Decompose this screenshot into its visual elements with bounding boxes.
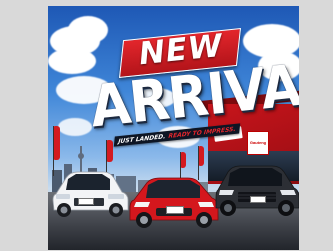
promo-flag [107, 140, 113, 162]
promo-flag [181, 152, 186, 168]
license-plate [250, 196, 266, 203]
license-plate [166, 206, 184, 214]
headline-group: NEW ARRIVAL JUST LANDED. READY TO IMPRES… [48, 20, 299, 147]
white-suv-car[interactable] [50, 164, 130, 222]
dark-pickup-truck[interactable] [214, 160, 299, 222]
promo-flag [199, 146, 204, 166]
license-plate [78, 198, 94, 205]
red-hatchback-car[interactable] [128, 170, 220, 232]
headline-arrival: ARRIVAL [87, 49, 299, 141]
screenshot-frame: Gauteng NEW ARRIVAL JUST LANDED. READY T… [0, 0, 333, 251]
promo-poster[interactable]: Gauteng NEW ARRIVAL JUST LANDED. READY T… [48, 6, 299, 250]
